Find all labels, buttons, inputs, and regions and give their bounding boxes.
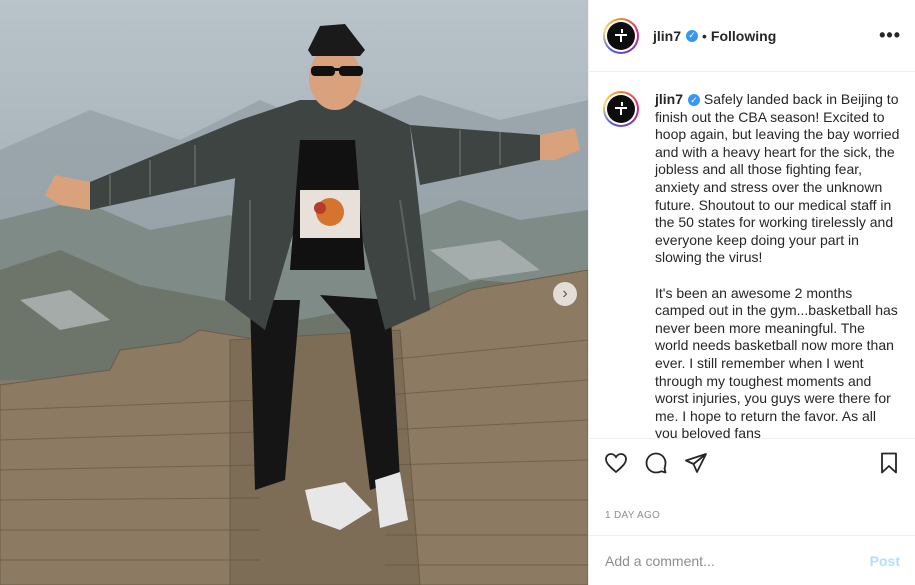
profile-logo-icon [615,102,627,115]
comment-icon[interactable] [643,450,669,476]
carousel-next-button[interactable]: › [553,282,577,306]
heart-icon[interactable] [603,450,629,476]
verified-badge-icon: ✓ [686,29,699,42]
username-link[interactable]: jlin7 [653,28,681,44]
more-options-icon[interactable]: ••• [879,25,901,46]
comment-bar: Post [589,535,915,585]
action-bar [589,438,915,486]
verified-badge-icon: ✓ [688,94,701,107]
caption-username[interactable]: jlin7 [655,91,683,107]
avatar[interactable] [603,17,639,54]
comment-input[interactable] [605,552,870,569]
caption-section: jlin7 ✓ Safely landed back in Beijing to … [589,73,915,438]
caption-text: jlin7 ✓ Safely landed back in Beijing to … [655,91,902,438]
separator-dot: • [702,27,707,44]
post-timestamp: 1 DAY AGO [605,510,661,521]
chevron-right-icon: › [562,285,568,302]
bookmark-icon[interactable] [876,450,902,476]
post-sidebar: jlin7 ✓ • Following ••• jlin7 ✓ Safely la… [588,0,915,585]
photo-illustration [0,24,588,585]
profile-logo-icon [615,28,627,42]
following-button[interactable]: Following [711,28,776,44]
post-photo[interactable]: › [0,0,588,585]
post-header: jlin7 ✓ • Following ••• [589,0,915,72]
caption-body: Safely landed back in Beijing to finish … [655,91,900,438]
share-icon[interactable] [683,450,709,476]
caption-avatar[interactable] [603,91,639,127]
post-comment-button[interactable]: Post [870,553,900,569]
